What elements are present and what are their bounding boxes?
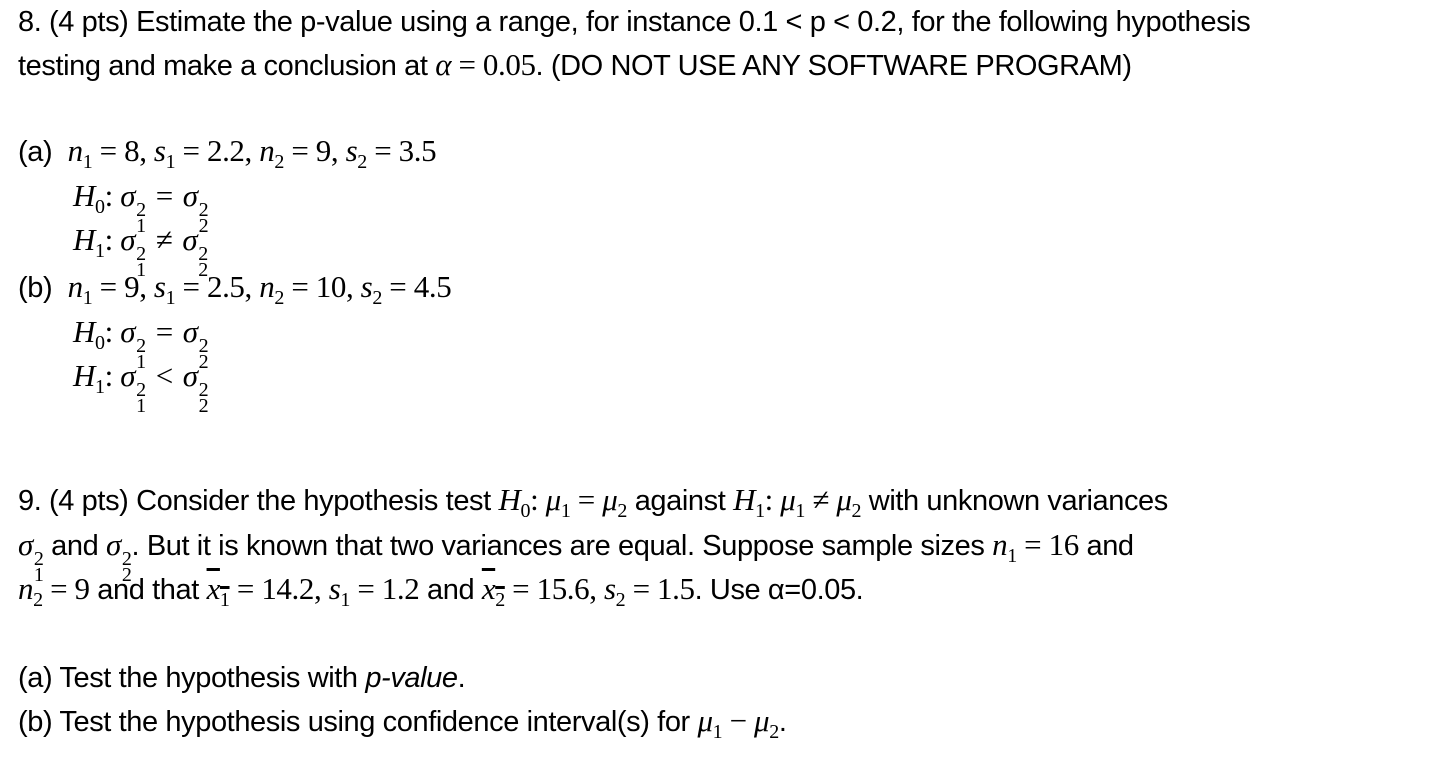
s2-value: 3.5 [398, 133, 437, 168]
q8-part-b-params: (b) n1 = 9, s1 = 2.5, n2 = 10, s2 = 4.5 [18, 269, 452, 309]
q9-s2-value: 1.5 [657, 571, 695, 606]
n1-value: 9 [124, 269, 140, 304]
s2-value: 4.5 [413, 269, 452, 304]
q9-and-that: and that [89, 574, 207, 606]
q9-and-2: and [419, 574, 482, 606]
h0-relation: = [155, 178, 173, 213]
q9-line-1: 9. (4 pts) Consider the hypothesis test … [18, 482, 1168, 522]
q8-part-a-params: (a) n1 = 8, s1 = 2.2, n2 = 9, s2 = 3.5 [18, 133, 437, 173]
q9-part-a-suffix: . [457, 662, 466, 694]
q9-n1-value: 16 [1048, 527, 1080, 562]
q9-part-a: (a) Test the hypothesis with p-value. [18, 660, 466, 696]
q9-line-1-suffix: with unknown variances [861, 485, 1168, 517]
q9-s1-value: 1.2 [381, 571, 420, 606]
alpha-value: = 0.05 [451, 47, 536, 82]
part-label: (a) [18, 136, 53, 168]
part-label: (b) [18, 272, 53, 304]
n2-value: 9 [315, 133, 332, 168]
q9-n2-value: 9 [74, 571, 91, 606]
h1-relation: ≠ [155, 222, 173, 257]
q9-line-2-text: . But it is known that two variances are… [131, 530, 993, 562]
q9-part-a-italic: p-value [365, 662, 458, 694]
q8-line-2: testing and make a conclusion at α = 0.0… [18, 47, 1132, 84]
q8-part-b-h1: H1: σ 2 1 < σ 2 2 [73, 358, 209, 417]
q9-part-b-text: (b) Test the hypothesis using confidence… [18, 706, 698, 738]
s1-value: 2.2 [206, 133, 245, 168]
q9-against: against [627, 485, 734, 517]
q8-line-1: 8. (4 pts) Estimate the p-value using a … [18, 6, 1251, 38]
q9-and: and [43, 530, 106, 562]
q9-line-2-end: and [1078, 530, 1134, 562]
h0-relation: = [155, 314, 173, 349]
q9-line-1-prefix: 9. (4 pts) Consider the hypothesis test [18, 485, 499, 517]
q9-x2bar-value: 15.6 [536, 571, 590, 606]
q9-part-a-prefix: (a) Test the hypothesis with [18, 662, 366, 694]
q8-line-2-suffix: . (DO NOT USE ANY SOFTWARE PROGRAM) [535, 50, 1133, 82]
q9-part-b-end: . [778, 706, 787, 738]
q9-x1bar-value: 14.2 [261, 571, 314, 606]
q9-line-3: n2 = 9 and that x1 = 14.2, s1 = 1.2 and … [18, 571, 864, 612]
n2-value: 10 [315, 269, 347, 304]
alpha-symbol: α [435, 47, 452, 82]
n1-value: 8 [124, 133, 140, 168]
q9-part-b: (b) Test the hypothesis using confidence… [18, 703, 787, 743]
s1-value: 2.5 [206, 269, 245, 304]
q8-line-2-prefix: testing and make a conclusion at [18, 50, 436, 82]
h1-relation: < [155, 358, 173, 393]
q9-use-alpha: . Use α=0.05. [694, 574, 864, 606]
